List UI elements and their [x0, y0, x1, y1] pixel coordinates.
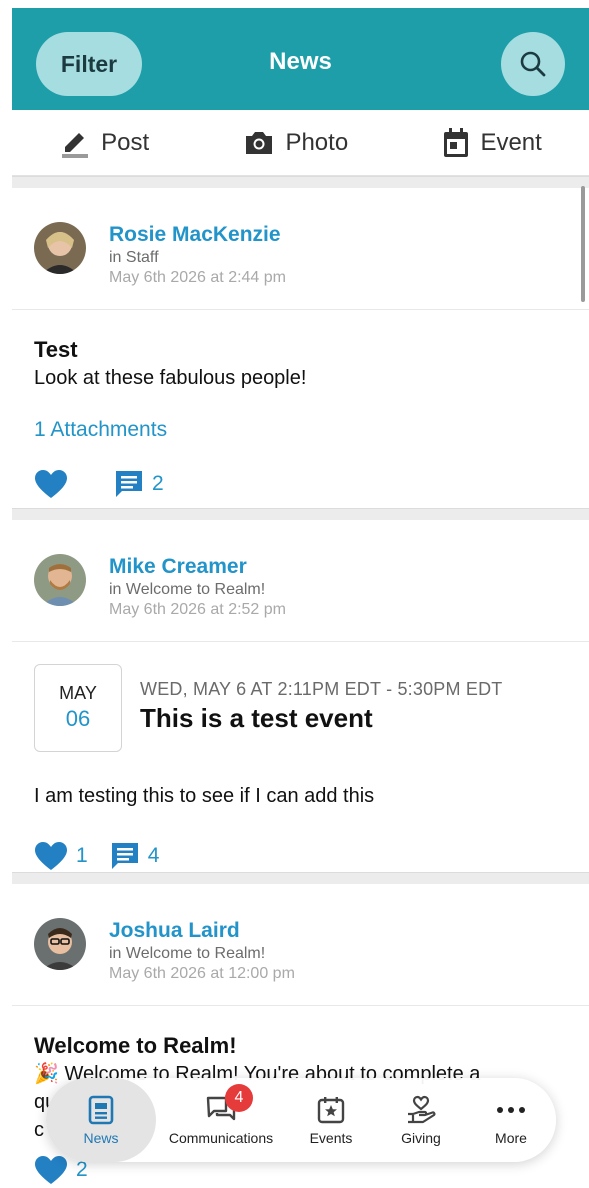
event-button[interactable]: Event — [442, 127, 542, 159]
post-label: Post — [101, 128, 150, 156]
post-author-row: Mike Creamer in Welcome to Realm! May 6t… — [12, 520, 589, 642]
tab-communications-label: Communications — [168, 1130, 274, 1146]
event-title: This is a test event — [140, 703, 373, 733]
event-day: 06 — [65, 706, 91, 731]
event-date-box: MAY 06 — [34, 664, 122, 752]
author-name[interactable]: Rosie MacKenzie — [109, 222, 286, 248]
news-post: Rosie MacKenzie in Staff May 6th 2026 at… — [12, 188, 589, 508]
author-name[interactable]: Joshua Laird — [109, 918, 295, 944]
more-dots-icon — [497, 1107, 525, 1113]
tab-events[interactable]: Events — [286, 1078, 376, 1162]
avatar[interactable] — [34, 222, 86, 274]
comment-icon — [116, 471, 142, 497]
tab-communications[interactable]: 4 Communications — [156, 1078, 286, 1162]
post-body: I am testing this to see if I can add th… — [34, 785, 375, 807]
post-actions: 2 — [12, 452, 589, 516]
giving-hand-icon — [408, 1095, 436, 1124]
newspaper-icon — [88, 1095, 114, 1125]
news-feed: Rosie MacKenzie in Staff May 6th 2026 at… — [12, 176, 589, 1188]
post-button[interactable]: Post — [59, 127, 149, 159]
photo-button[interactable]: Photo — [243, 129, 348, 157]
tab-more[interactable]: More — [466, 1078, 556, 1162]
divider — [12, 176, 589, 188]
top-app-bar: Filter News — [12, 8, 589, 110]
author-name[interactable]: Mike Creamer — [109, 554, 286, 580]
event-time: WED, MAY 6 AT 2:11PM EDT - 5:30PM EDT — [140, 679, 503, 699]
photo-label: Photo — [285, 128, 349, 156]
camera-icon — [246, 131, 273, 154]
event-month: MAY — [59, 683, 97, 703]
post-author-row: Rosie MacKenzie in Staff May 6th 2026 at… — [12, 188, 589, 310]
comment-count: 4 — [147, 844, 160, 867]
bottom-tab-bar: News 4 Communications Events Giving More — [46, 1078, 556, 1162]
pencil-icon — [62, 132, 89, 158]
comment-icon — [111, 843, 138, 869]
tab-more-label: More — [495, 1130, 527, 1146]
heart-icon — [35, 1156, 67, 1184]
comment-count: 2 — [152, 472, 164, 495]
comment-button[interactable]: 4 — [110, 841, 160, 871]
search-icon — [520, 51, 546, 77]
calendar-icon — [444, 127, 469, 157]
calendar-star-icon — [317, 1097, 345, 1124]
like-count: 1 — [76, 844, 88, 867]
post-title: Welcome to Realm! — [34, 1033, 237, 1058]
post-title: Test — [34, 337, 78, 362]
event-label: Event — [480, 128, 542, 156]
post-group: in Welcome to Realm! — [109, 945, 266, 962]
composer-bar: Post Photo Event — [12, 110, 589, 176]
like-button[interactable]: 1 — [34, 841, 88, 871]
post-body: Look at these fabulous people! — [34, 367, 307, 389]
scrollbar[interactable] — [581, 186, 585, 302]
post-date: May 6th 2026 at 2:52 pm — [109, 601, 286, 618]
post-date: May 6th 2026 at 2:44 pm — [109, 269, 286, 286]
tab-giving-label: Giving — [401, 1130, 441, 1146]
post-actions: 1 4 — [12, 824, 589, 888]
attachments-link[interactable]: 1 Attachments — [12, 392, 589, 444]
tab-giving[interactable]: Giving — [376, 1078, 466, 1162]
tab-news[interactable]: News — [46, 1078, 156, 1162]
post-group: in Staff — [109, 249, 159, 266]
search-button[interactable] — [501, 32, 565, 96]
event-summary[interactable]: MAY 06 WED, MAY 6 AT 2:11PM EDT - 5:30PM… — [12, 642, 589, 752]
unread-badge: 4 — [225, 1084, 253, 1112]
post-author-row: Joshua Laird in Welcome to Realm! May 6t… — [12, 884, 589, 1006]
tab-news-label: News — [83, 1130, 119, 1146]
tab-events-label: Events — [309, 1130, 353, 1146]
comment-button[interactable]: 2 — [114, 469, 164, 499]
avatar[interactable] — [34, 918, 86, 970]
heart-icon — [35, 470, 67, 498]
news-post: Mike Creamer in Welcome to Realm! May 6t… — [12, 520, 589, 872]
post-date: May 6th 2026 at 12:00 pm — [109, 965, 295, 982]
post-group: in Welcome to Realm! — [109, 581, 266, 598]
like-button[interactable] — [34, 469, 76, 499]
avatar[interactable] — [34, 554, 86, 606]
heart-icon — [35, 842, 67, 870]
